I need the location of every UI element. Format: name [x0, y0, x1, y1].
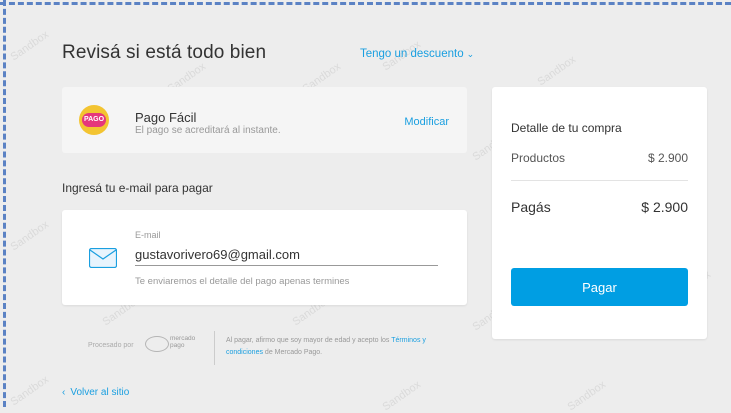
- mercado-pago-logo-line1: mercado: [170, 335, 196, 342]
- sandbox-watermark: Sandbox: [8, 218, 51, 254]
- summary-title: Detalle de tu compra: [511, 121, 622, 135]
- mercado-pago-logo-line2: pago: [170, 342, 185, 349]
- sandbox-watermark: Sandbox: [380, 378, 423, 413]
- legal-text: Al pagar, afirmo que soy mayor de edad y…: [226, 335, 446, 359]
- payment-method-description: El pago se acreditará al instante.: [135, 125, 281, 136]
- summary-products-value: $ 2.900: [647, 151, 688, 165]
- email-field-hint: Te enviaremos el detalle del pago apenas…: [135, 276, 350, 287]
- chevron-left-icon: ‹: [62, 387, 66, 398]
- processed-by-label: Procesado por: [88, 342, 134, 349]
- discount-link[interactable]: Tengo un descuento ⌄: [360, 48, 474, 60]
- pago-facil-logo-text: PAGO: [82, 113, 106, 127]
- summary-total-label: Pagás: [511, 199, 551, 215]
- sandbox-watermark: Sandbox: [8, 28, 51, 64]
- email-card: E-mail Te enviaremos el detalle del pago…: [62, 210, 467, 305]
- email-section-heading: Ingresá tu e-mail para pagar: [62, 181, 213, 195]
- summary-divider: [511, 180, 688, 181]
- sandbox-watermark: Sandbox: [535, 53, 578, 89]
- sandbox-watermark: Sandbox: [8, 373, 51, 409]
- purchase-summary-card: Detalle de tu compra Productos $ 2.900 P…: [492, 87, 707, 339]
- envelope-icon: [89, 248, 117, 268]
- footer-divider: [214, 331, 215, 365]
- back-to-site-label: Volver al sitio: [70, 387, 130, 398]
- payment-method-name: Pago Fácil: [135, 110, 197, 125]
- legal-text-before: Al pagar, afirmo que soy mayor de edad y…: [226, 337, 390, 344]
- mercado-pago-logo-text: mercado pago: [170, 335, 195, 349]
- email-field[interactable]: [135, 243, 438, 266]
- summary-total-row: Pagás $ 2.900: [511, 199, 688, 215]
- dashed-frame-top: [0, 2, 731, 5]
- email-field-label: E-mail: [135, 230, 161, 240]
- payment-method-card: PAGO Pago Fácil El pago se acreditará al…: [62, 87, 467, 153]
- chevron-down-icon: ⌄: [466, 49, 475, 59]
- sandbox-watermark: Sandbox: [565, 378, 608, 413]
- pago-facil-logo: PAGO: [79, 105, 109, 135]
- mercado-pago-logo: mercado pago: [145, 335, 209, 353]
- mercado-pago-handshake-icon: [145, 336, 169, 352]
- pay-button[interactable]: Pagar: [511, 268, 688, 306]
- summary-total-value: $ 2.900: [641, 199, 688, 215]
- summary-products-label: Productos: [511, 151, 566, 165]
- discount-link-label: Tengo un descuento: [360, 48, 464, 60]
- summary-products-row: Productos $ 2.900: [511, 151, 688, 165]
- back-to-site-link[interactable]: ‹ Volver al sitio: [62, 387, 129, 398]
- dashed-frame-left: [3, 0, 6, 407]
- page-title: Revisá si está todo bien: [62, 42, 267, 63]
- modify-payment-link[interactable]: Modificar: [404, 116, 449, 128]
- legal-text-after: de Mercado Pago.: [264, 349, 323, 356]
